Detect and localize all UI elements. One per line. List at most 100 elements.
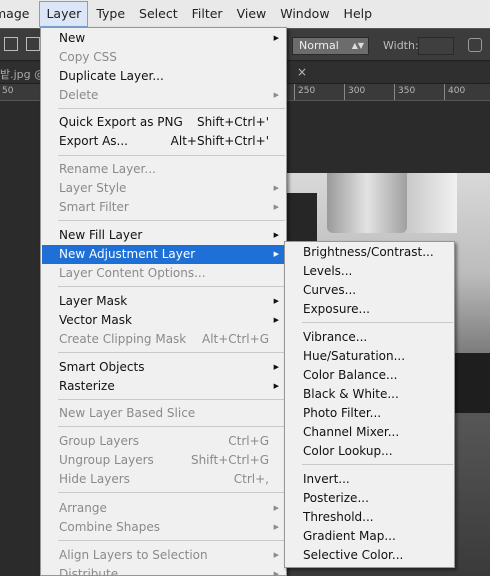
- link-icon[interactable]: [468, 38, 482, 52]
- menu-item-label: New Layer Based Slice: [59, 406, 196, 420]
- submenu-item-threshold[interactable]: Threshold...: [286, 508, 454, 527]
- ruler-line: [344, 84, 345, 100]
- menu-item-arrange: Arrange ▶: [42, 499, 286, 518]
- menu-item-smart-objects[interactable]: Smart Objects ▶: [42, 358, 286, 377]
- submenu-arrow-icon: ▶: [273, 382, 279, 390]
- menu-separator: [58, 352, 285, 353]
- document-tab[interactable]: 밭.jpg @: [0, 66, 45, 82]
- submenu-arrow-icon: ▶: [273, 250, 279, 258]
- menu-item-label: Create Clipping Mask: [59, 332, 187, 346]
- submenu-item-channel-mixer[interactable]: Channel Mixer...: [286, 423, 454, 442]
- menu-item-label: Delete: [59, 88, 99, 102]
- menu-item-smart-filter: Smart Filter ▶: [42, 198, 286, 217]
- menu-separator: [58, 426, 285, 427]
- layer-menu: New ▶ Copy CSS Duplicate Layer... Delete ▶…: [40, 27, 287, 576]
- menu-item-label: Arrange: [59, 501, 107, 515]
- menu-item-ungroup-layers: Ungroup Layers Shift+Ctrl+G: [42, 451, 286, 470]
- submenu-item-invert[interactable]: Invert...: [286, 470, 454, 489]
- menu-item-new-fill-layer[interactable]: New Fill Layer ▶: [42, 226, 286, 245]
- width-field[interactable]: [418, 37, 454, 55]
- menu-item-label: Duplicate Layer...: [59, 69, 164, 83]
- menu-item-export-as[interactable]: Export As... Alt+Shift+Ctrl+': [42, 132, 286, 151]
- menu-item-layer-content-options: Layer Content Options...: [42, 264, 286, 283]
- menu-item-label: New Adjustment Layer: [59, 247, 196, 261]
- menu-item-duplicate-layer[interactable]: Duplicate Layer...: [42, 67, 286, 86]
- adjustment-layer-submenu: Brightness/Contrast... Levels... Curves.…: [284, 241, 455, 568]
- submenu-arrow-icon: ▶: [273, 297, 279, 305]
- menu-item-label: Combine Shapes: [59, 520, 160, 534]
- menu-item-label: Align Layers to Selection: [59, 548, 208, 562]
- menu-item-hide-layers: Hide Layers Ctrl+,: [42, 470, 286, 489]
- menu-item-rasterize[interactable]: Rasterize ▶: [42, 377, 286, 396]
- menu-help[interactable]: Help: [338, 0, 379, 28]
- menu-item-new-layer-based-slice: New Layer Based Slice: [42, 404, 286, 423]
- submenu-item-photo-filter[interactable]: Photo Filter...: [286, 404, 454, 423]
- menu-separator: [58, 220, 285, 221]
- menu-item-label: New: [59, 31, 86, 45]
- menu-item-create-clipping-mask: Create Clipping Mask Alt+Ctrl+G: [42, 330, 286, 349]
- menu-item-label: Layer Style: [59, 181, 127, 195]
- menu-bar: mage Layer Type Select Filter View Windo…: [0, 0, 490, 28]
- menu-separator: [58, 540, 285, 541]
- menu-window[interactable]: Window: [274, 0, 335, 28]
- submenu-item-levels[interactable]: Levels...: [286, 262, 454, 281]
- menu-select[interactable]: Select: [133, 0, 184, 28]
- submenu-item-posterize[interactable]: Posterize...: [286, 489, 454, 508]
- menu-separator: [302, 322, 453, 323]
- menu-view[interactable]: View: [231, 0, 273, 28]
- menu-item-new[interactable]: New ▶: [42, 29, 286, 48]
- submenu-arrow-icon: ▶: [273, 363, 279, 371]
- menu-item-label: Layer Content Options...: [59, 266, 206, 280]
- submenu-item-gradient-map[interactable]: Gradient Map...: [286, 527, 454, 546]
- submenu-arrow-icon: ▶: [273, 34, 279, 42]
- width-label: Width:: [383, 39, 419, 52]
- menu-item-quick-export[interactable]: Quick Export as PNG Shift+Ctrl+': [42, 113, 286, 132]
- ruler-tick: 400: [448, 86, 466, 96]
- submenu-item-selective-color[interactable]: Selective Color...: [286, 546, 454, 565]
- menu-filter[interactable]: Filter: [186, 0, 229, 28]
- submenu-item-curves[interactable]: Curves...: [286, 281, 454, 300]
- menu-item-shortcut: Alt+Ctrl+G: [201, 332, 269, 346]
- submenu-item-black-white[interactable]: Black & White...: [286, 385, 454, 404]
- menu-item-group-layers: Group Layers Ctrl+G: [42, 432, 286, 451]
- menu-item-new-adjustment-layer[interactable]: New Adjustment Layer ▶: [42, 245, 286, 264]
- submenu-item-hue-saturation[interactable]: Hue/Saturation...: [286, 347, 454, 366]
- new-selection-icon[interactable]: [26, 37, 40, 51]
- menu-item-shortcut: Shift+Ctrl+G: [190, 453, 269, 467]
- submenu-item-vibrance[interactable]: Vibrance...: [286, 328, 454, 347]
- submenu-arrow-icon: ▶: [273, 184, 279, 192]
- menu-item-label: Vector Mask: [59, 313, 132, 327]
- menu-item-rename-layer: Rename Layer...: [42, 160, 286, 179]
- menu-item-layer-mask[interactable]: Layer Mask ▶: [42, 292, 286, 311]
- blend-mode-value: Normal: [299, 39, 339, 52]
- menu-separator: [58, 399, 285, 400]
- submenu-arrow-icon: ▶: [273, 523, 279, 531]
- menu-item-shortcut: Shift+Ctrl+': [196, 115, 269, 129]
- submenu-item-color-lookup[interactable]: Color Lookup...: [286, 442, 454, 461]
- menu-layer[interactable]: Layer: [39, 1, 89, 27]
- close-icon[interactable]: ×: [297, 65, 307, 79]
- menu-item-distribute: Distribute ▶: [42, 565, 286, 576]
- menu-separator: [58, 108, 285, 109]
- ruler-tick: 250: [298, 86, 316, 96]
- ruler-line: [394, 84, 395, 100]
- ruler-tick: 50: [2, 86, 14, 96]
- menu-image[interactable]: mage: [0, 0, 37, 28]
- menu-item-label: Export As...: [59, 134, 128, 148]
- submenu-arrow-icon: ▶: [273, 91, 279, 99]
- submenu-item-color-balance[interactable]: Color Balance...: [286, 366, 454, 385]
- submenu-item-brightness-contrast[interactable]: Brightness/Contrast...: [286, 243, 454, 262]
- menu-item-vector-mask[interactable]: Vector Mask ▶: [42, 311, 286, 330]
- blend-mode-select[interactable]: Normal ▲▼: [292, 37, 369, 55]
- menu-item-label: New Fill Layer: [59, 228, 143, 242]
- ruler-line: [294, 84, 295, 100]
- menu-item-label: Group Layers: [59, 434, 140, 448]
- ruler-tick: 350: [398, 86, 416, 96]
- submenu-item-exposure[interactable]: Exposure...: [286, 300, 454, 319]
- submenu-arrow-icon: ▶: [273, 570, 279, 576]
- menu-type[interactable]: Type: [90, 0, 131, 28]
- image-detail: [327, 173, 407, 233]
- submenu-arrow-icon: ▶: [273, 551, 279, 559]
- menu-item-shortcut: Alt+Shift+Ctrl+': [170, 134, 269, 148]
- tool-preset-icon[interactable]: [4, 37, 18, 51]
